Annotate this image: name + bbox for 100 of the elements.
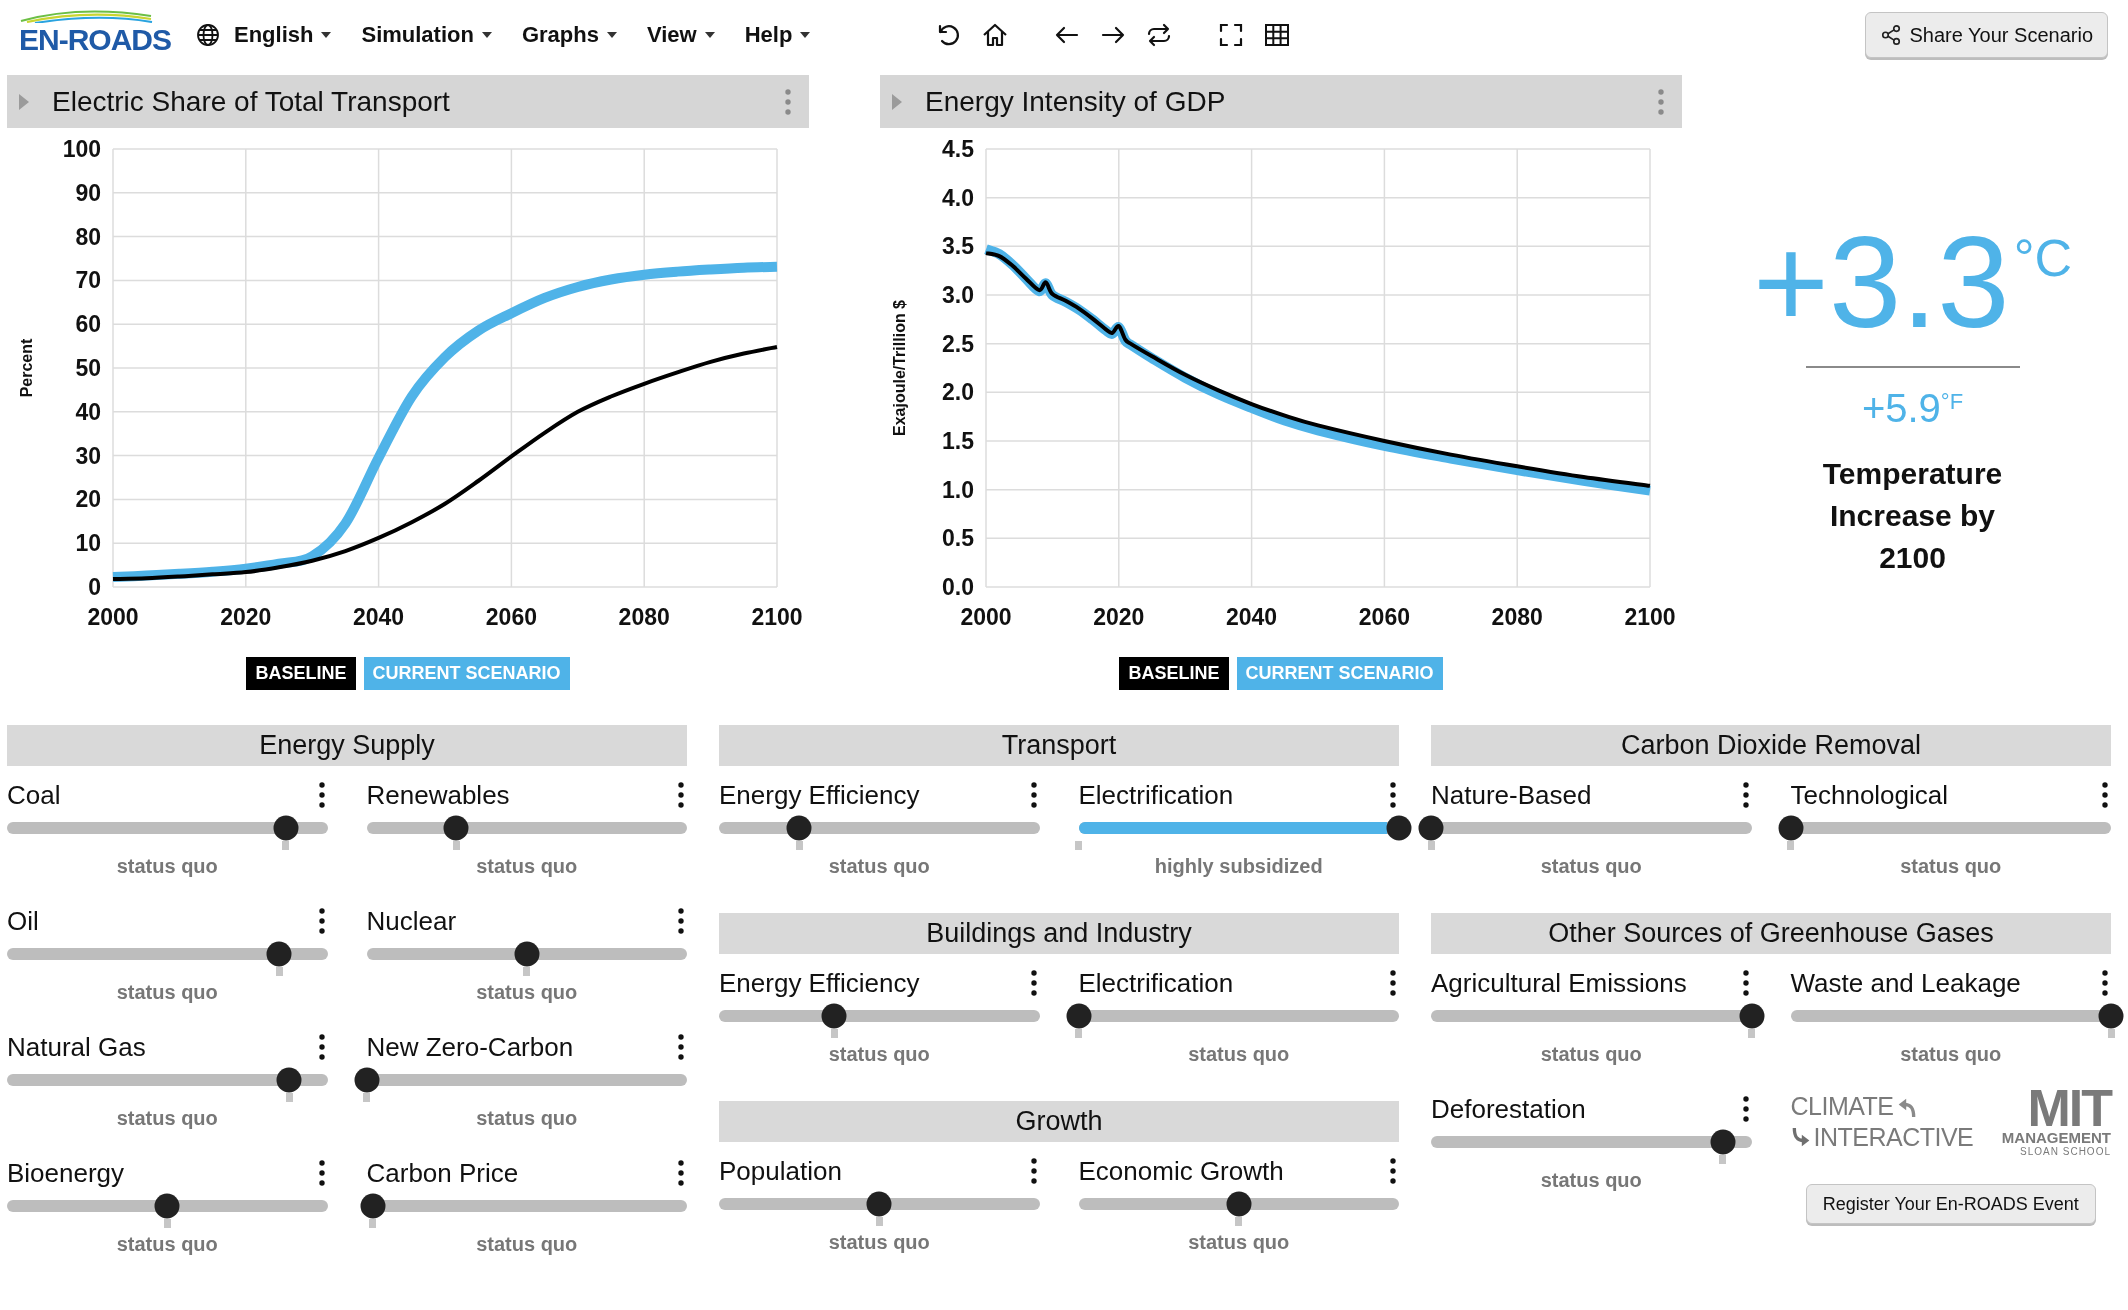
more-options-icon[interactable] <box>1030 1158 1037 1184</box>
more-options-icon[interactable] <box>678 908 684 934</box>
more-options-icon[interactable] <box>2102 782 2108 808</box>
section-header: Energy Supply <box>7 725 687 766</box>
menu-item[interactable]: English <box>196 22 332 48</box>
more-options-icon[interactable] <box>1030 970 1037 996</box>
slider-thumb[interactable] <box>443 815 469 841</box>
section-header: Growth <box>719 1101 1399 1142</box>
axis-tick-label: 2040 <box>1226 604 1278 630</box>
more-options-icon[interactable] <box>318 908 325 934</box>
slider-label: Oil <box>7 905 39 938</box>
axis-title: Exajoule/Trillion $ <box>891 300 908 436</box>
share-button[interactable]: Share Your Scenario <box>1864 12 2108 58</box>
globe-icon <box>196 23 220 47</box>
axis-tick-label: 20 <box>75 486 101 513</box>
more-options-icon[interactable] <box>318 1034 325 1060</box>
slider-label: Nuclear <box>366 905 457 938</box>
axis-tick-label: 1.5 <box>942 428 974 454</box>
slider-label: Population <box>719 1155 842 1188</box>
axis-tick-label: 60 <box>75 311 101 338</box>
curved-arrow-icon <box>1790 1127 1811 1148</box>
setting-label: status quo <box>827 1042 931 1067</box>
slider-thumb[interactable] <box>2098 1003 2124 1029</box>
temperature-fahrenheit: +5.9$^{°F}$ <box>1861 388 1964 428</box>
logo-text: CLIMATE <box>1790 1091 1894 1122</box>
slider-thumb[interactable] <box>360 1193 386 1219</box>
menu-item[interactable]: Help <box>744 22 811 48</box>
slider-thumb[interactable] <box>1739 1003 1764 1029</box>
slider-thumb[interactable] <box>354 1067 379 1093</box>
axis-tick-label: 70 <box>75 267 101 294</box>
axis-tick-label: 2040 <box>353 604 405 630</box>
logo-text: INTERACTIVE <box>1813 1122 1974 1153</box>
axis-tick-label: 2000 <box>87 604 139 630</box>
axis-tick-label: 2080 <box>618 604 670 630</box>
register-button[interactable]: Register Your En-ROADS Event <box>1805 1184 2096 1224</box>
slider-thumb[interactable] <box>1710 1129 1736 1155</box>
more-options-icon[interactable] <box>678 1160 684 1186</box>
slider-thumb[interactable] <box>276 1067 302 1093</box>
slider-thumb[interactable] <box>266 941 292 967</box>
slider-thumb[interactable] <box>866 1191 892 1217</box>
logo-text: MIT <box>2027 1086 2111 1130</box>
logo-text: EN-ROADS <box>19 23 171 57</box>
loop-arrows-icon[interactable] <box>1146 22 1172 48</box>
arc-lines-icon <box>19 9 153 23</box>
slider-thumb[interactable] <box>154 1193 180 1219</box>
setting-label: status quo <box>1187 1230 1291 1255</box>
legend-label: BASELINE <box>1119 657 1229 690</box>
slider-thumb[interactable] <box>821 1003 847 1029</box>
slider-thumb[interactable] <box>273 815 299 841</box>
more-options-icon[interactable] <box>1742 782 1749 808</box>
undo-icon[interactable] <box>936 22 962 48</box>
caret-icon <box>606 32 617 38</box>
slider-label: Energy Efficiency <box>719 967 920 1000</box>
fullscreen-icon[interactable] <box>1218 22 1244 48</box>
more-options-icon[interactable] <box>1390 1158 1396 1184</box>
more-options-icon[interactable] <box>2102 970 2108 996</box>
slider-thumb[interactable] <box>1386 815 1412 841</box>
caret-icon <box>321 32 332 38</box>
menu-item[interactable]: View <box>646 22 715 48</box>
slider-thumb[interactable] <box>1226 1191 1252 1217</box>
caret-icon <box>704 32 715 38</box>
setting-label: status quo <box>115 1106 219 1131</box>
more-options-icon[interactable] <box>678 1034 684 1060</box>
setting-label: status quo <box>475 980 579 1005</box>
menu-item[interactable]: Graphs <box>521 22 617 48</box>
more-options-icon[interactable] <box>1390 782 1396 808</box>
logo-text: SLOAN SCHOOL <box>2020 1146 2111 1158</box>
setting-label: highly subsidized <box>1153 854 1324 879</box>
menu-item[interactable]: Simulation <box>361 22 492 48</box>
more-options-icon[interactable] <box>1742 970 1749 996</box>
more-options-icon[interactable] <box>318 782 325 808</box>
curved-arrow-icon <box>1896 1096 1917 1117</box>
axis-tick-label: 4.0 <box>942 184 974 211</box>
slider-label: Natural Gas <box>7 1031 146 1064</box>
grid-icon[interactable] <box>1264 22 1290 48</box>
axis-title: Percent <box>18 338 35 398</box>
more-options-icon[interactable] <box>318 1160 325 1186</box>
slider-label: Technological <box>1790 779 1949 812</box>
axis-tick-label: 3.5 <box>942 233 974 260</box>
slider-thumb[interactable] <box>1418 815 1444 841</box>
axis-tick-label: 2100 <box>751 604 803 630</box>
setting-label: status quo <box>1539 1168 1643 1193</box>
slider-thumb[interactable] <box>514 941 540 967</box>
axis-tick-label: 2100 <box>1624 604 1676 630</box>
setting-label: status quo <box>1539 854 1643 879</box>
more-options-icon[interactable] <box>678 782 684 808</box>
more-options-icon[interactable] <box>1742 1096 1749 1122</box>
slider-thumb[interactable] <box>1778 815 1803 841</box>
more-options-icon[interactable] <box>1030 782 1037 808</box>
home-icon[interactable] <box>982 22 1008 48</box>
setting-label: status quo <box>827 1230 931 1255</box>
more-options-icon[interactable] <box>1390 970 1396 996</box>
slider-thumb[interactable] <box>1066 1003 1091 1029</box>
share-icon <box>1879 24 1902 46</box>
setting-label: status quo <box>115 854 219 879</box>
axis-tick-label: 30 <box>75 442 101 469</box>
slider-thumb[interactable] <box>786 815 812 841</box>
axis-tick-label: 100 <box>62 136 101 162</box>
graph-title: Energy Intensity of GDP <box>925 85 1226 118</box>
slider-label: Deforestation <box>1431 1093 1586 1126</box>
